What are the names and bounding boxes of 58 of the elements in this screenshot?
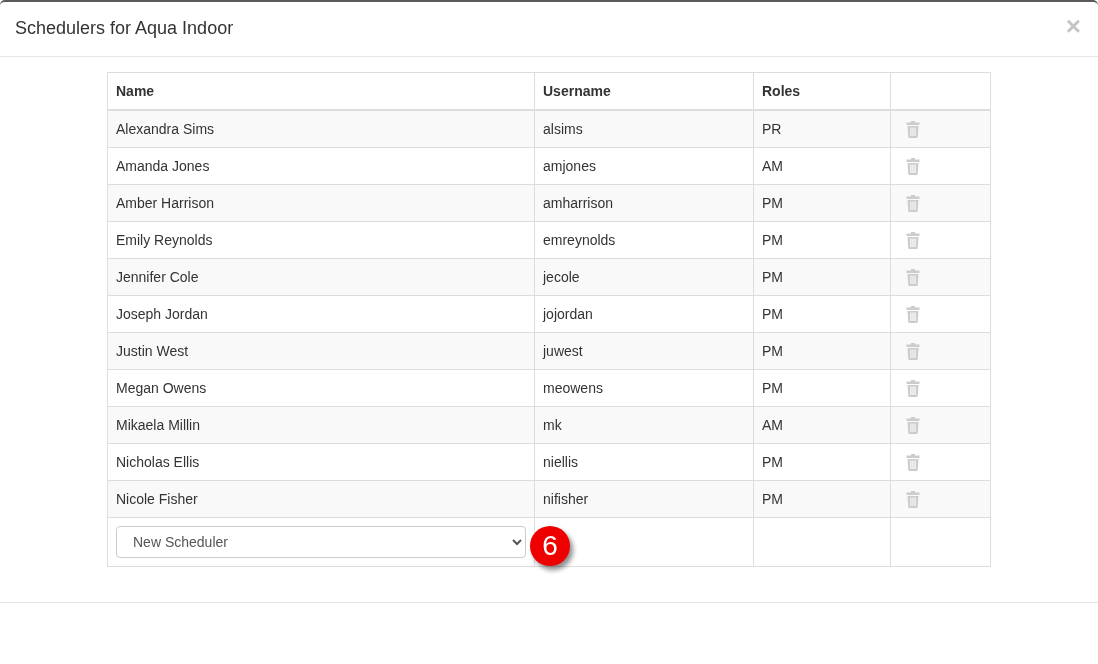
delete-button[interactable]	[906, 305, 920, 323]
table-cell: juwest	[534, 332, 754, 370]
table-cell: PM	[753, 443, 891, 481]
trash-icon	[906, 305, 920, 323]
delete-button[interactable]	[906, 120, 920, 138]
table-cell: PM	[753, 480, 891, 518]
table-cell: Nicholas Ellis	[107, 443, 535, 481]
table-cell: Jennifer Cole	[107, 258, 535, 296]
trash-icon	[906, 268, 920, 286]
trash-icon	[906, 342, 920, 360]
table-cell: emreynolds	[534, 221, 754, 259]
step-number-badge: 6	[530, 526, 570, 566]
delete-button[interactable]	[906, 157, 920, 175]
table-cell: PM	[753, 184, 891, 222]
table-cell: meowens	[534, 369, 754, 407]
delete-button[interactable]	[906, 231, 920, 249]
table-cell: Megan Owens	[107, 369, 535, 407]
table-cell: AM	[753, 406, 891, 444]
dialog-title: Schedulers for Aqua Indoor	[15, 17, 234, 41]
trash-icon	[906, 379, 920, 397]
trash-icon	[906, 194, 920, 212]
table-cell: PM	[753, 295, 891, 333]
table-cell: PR	[753, 110, 891, 148]
table-cell: nifisher	[534, 480, 754, 518]
table-cell: PM	[753, 332, 891, 370]
table-cell: amharrison	[534, 184, 754, 222]
table-cell: jecole	[534, 258, 754, 296]
delete-button[interactable]	[906, 194, 920, 212]
delete-button[interactable]	[906, 490, 920, 508]
trash-icon	[906, 157, 920, 175]
table-cell: Nicole Fisher	[107, 480, 535, 518]
table-cell: niellis	[534, 443, 754, 481]
table-cell: PM	[753, 258, 891, 296]
table-cell: Amber Harrison	[107, 184, 535, 222]
table-cell: jojordan	[534, 295, 754, 333]
table-cell: PM	[753, 369, 891, 407]
table-cell: Alexandra Sims	[107, 110, 535, 148]
table-cell: amjones	[534, 147, 754, 185]
table-cell: alsims	[534, 110, 754, 148]
trash-icon	[906, 416, 920, 434]
table-cell: Emily Reynolds	[107, 221, 535, 259]
trash-icon	[906, 231, 920, 249]
trash-icon	[906, 453, 920, 471]
delete-button[interactable]	[906, 379, 920, 397]
delete-button[interactable]	[906, 342, 920, 360]
trash-icon	[906, 490, 920, 508]
table-cell: AM	[753, 147, 891, 185]
delete-button[interactable]	[906, 268, 920, 286]
table-cell: Amanda Jones	[107, 147, 535, 185]
table-cell: Justin West	[107, 332, 535, 370]
table-cell: PM	[753, 221, 891, 259]
table-cell: mk	[534, 406, 754, 444]
delete-button[interactable]	[906, 416, 920, 434]
table-cell: Joseph Jordan	[107, 295, 535, 333]
new-scheduler-select[interactable]: New Scheduler	[116, 526, 526, 558]
trash-icon	[906, 120, 920, 138]
delete-button[interactable]	[906, 453, 920, 471]
table-cell: Mikaela Millin	[107, 406, 535, 444]
